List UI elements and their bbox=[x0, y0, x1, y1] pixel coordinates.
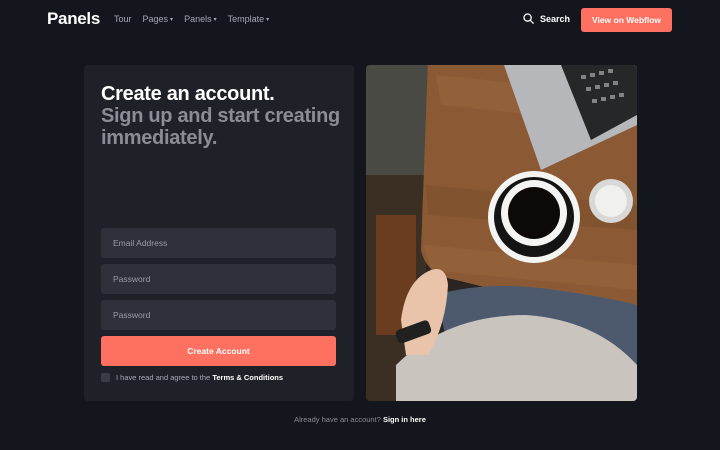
hero-photo bbox=[366, 65, 637, 401]
page-subtitle: Sign up and start creating immediately. bbox=[101, 105, 340, 149]
nav-link-panels[interactable]: Panels ▾ bbox=[184, 14, 217, 24]
nav-links: Tour Pages ▾ Panels ▾ Template ▾ bbox=[114, 14, 269, 24]
agree-text: I have read and agree to the bbox=[116, 373, 211, 382]
page-title: Create an account. bbox=[101, 83, 275, 105]
chevron-down-icon: ▾ bbox=[266, 16, 270, 23]
terms-checkbox[interactable] bbox=[101, 373, 110, 382]
nav-link-pages[interactable]: Pages ▾ bbox=[143, 14, 174, 24]
terms-link[interactable]: Terms & Conditions bbox=[212, 373, 283, 382]
terms-row: I have read and agree to the Terms & Con… bbox=[101, 373, 283, 382]
signin-link[interactable]: Sign in here bbox=[383, 415, 426, 424]
signin-prompt-text: Already have an account? bbox=[294, 415, 381, 424]
signin-prompt: Already have an account? Sign in here bbox=[0, 415, 720, 424]
view-on-webflow-button[interactable]: View on Webflow bbox=[581, 8, 672, 32]
nav-link-label: Panels bbox=[184, 14, 212, 24]
chevron-down-icon: ▾ bbox=[213, 16, 217, 23]
nav-link-label: Tour bbox=[114, 14, 132, 24]
create-account-button[interactable]: Create Account bbox=[101, 336, 336, 366]
nav-link-label: Template bbox=[227, 14, 265, 24]
search-button[interactable]: Search bbox=[523, 13, 570, 24]
password-field[interactable] bbox=[101, 264, 336, 294]
confirm-password-field[interactable] bbox=[101, 300, 336, 330]
chevron-down-icon: ▾ bbox=[170, 16, 174, 23]
signup-card: Create an account. Sign up and start cre… bbox=[84, 65, 354, 401]
nav-link-template[interactable]: Template ▾ bbox=[228, 14, 270, 24]
brand-logo[interactable]: Panels bbox=[47, 9, 100, 29]
top-nav: Panels Tour Pages ▾ Panels ▾ Template ▾ … bbox=[0, 0, 720, 40]
nav-link-label: Pages bbox=[142, 14, 169, 24]
search-label: Search bbox=[540, 13, 571, 24]
email-field[interactable] bbox=[101, 228, 336, 258]
nav-link-tour[interactable]: Tour bbox=[114, 14, 132, 24]
search-icon bbox=[523, 13, 534, 24]
